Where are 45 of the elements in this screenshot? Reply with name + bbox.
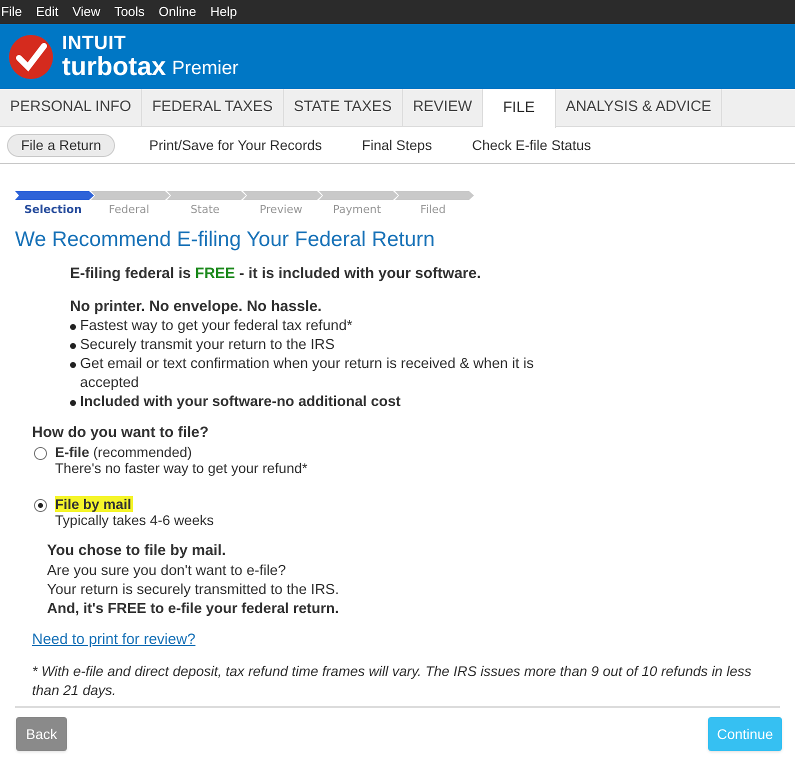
menu-item[interactable]: File [1,2,22,22]
benefit-text: Securely transmit your return to the IRS [80,336,335,355]
menu-item[interactable]: View [72,2,100,22]
step-label: Payment [332,202,382,218]
bullet-icon [70,343,76,349]
sub-tab[interactable]: Check E-file Status [466,134,598,156]
sub-tab[interactable]: File a Return [7,134,116,156]
benefits-title: No printer. No envelope. No hassle. [70,297,323,317]
confirmation-title: You chose to file by mail. [47,542,227,560]
confirmation-line: And, it's FREE to e-file your federal return. [47,600,339,619]
footnote-text: * With e-file and direct deposit, tax refund time frames will vary. The IRS issues more than 9 out of 10 refunds in less than 21 days. [31,662,752,700]
bullet-icon [70,362,76,368]
page-heading: We Recommend E-filing Your Federal Return [15,227,436,253]
benefit-text: Fastest way to get your federal tax refund* [80,317,352,336]
product-name: turbotax [62,53,166,79]
sub-tab[interactable]: Print/Save for Your Records [143,134,328,156]
option-hint: Typically takes 4-6 weeks [55,512,214,528]
nav-tab[interactable]: FILE [483,89,556,128]
option-hint: There's no faster way to get your refund* [55,460,308,476]
menu-item[interactable]: Help [210,2,237,22]
bullet-icon [70,324,76,330]
benefit-text: Get email or text confirmation when your return is received & when it is accepted [80,355,535,393]
bullet-icon [70,400,76,406]
step-label: Filed [420,202,446,218]
menu-item[interactable]: Tools [114,2,145,22]
confirmation-line: Your return is securely transmitted to the IRS. [47,581,340,600]
option-label: E-file (recommended) [55,444,192,460]
question-label: How do you want to file? [31,424,210,442]
print-review-link[interactable]: Need to print for review? [32,631,196,649]
checkmark-logo-icon [8,34,54,80]
step-label: State [190,202,220,218]
confirmation-line: Are you sure you don't want to e-file? [47,562,286,581]
company-name: INTUIT [62,34,128,53]
step-label: Federal [108,202,150,218]
step-label: Preview [260,202,302,218]
edition-name: Premier [172,59,239,79]
radio-button[interactable] [34,447,47,460]
radio-button[interactable] [34,499,47,512]
menu-item[interactable]: Edit [36,2,58,22]
option-label: File by mail [55,496,134,512]
menu-item[interactable]: Online [158,2,196,22]
benefit-text: Included with your software-no additional cost [80,393,401,412]
intro-text: E-filing federal is FREE - it is included with your software. [70,265,481,283]
sub-tab[interactable]: Final Steps [356,134,438,156]
step-label: Selection [24,202,82,218]
